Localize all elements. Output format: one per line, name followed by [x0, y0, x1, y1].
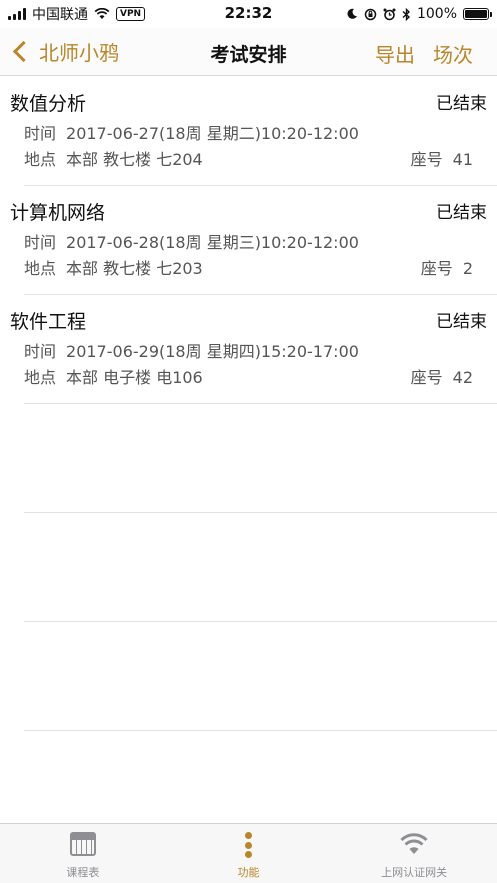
calendar-icon	[69, 832, 96, 856]
tab-bar: 课程表 功能 上网认证网关	[0, 823, 497, 883]
seat-value: 2	[462, 259, 473, 278]
exam-item[interactable]: 计算机网络 已结束 时间 2017-06-28(18周 星期三)10:20-12:…	[10, 186, 497, 295]
location-value: 本部 电子楼 电106	[66, 368, 203, 387]
time-label: 时间	[24, 233, 57, 252]
tab-network-gateway[interactable]: 上网认证网关	[331, 824, 497, 883]
exam-status: 已结束	[436, 203, 487, 223]
tab-label: 上网认证网关	[381, 866, 448, 879]
exam-time: 时间 2017-06-27(18周 星期二)10:20-12:00	[24, 120, 359, 144]
time-value: 2017-06-27(18周 星期二)10:20-12:00	[66, 124, 359, 143]
more-dots-icon	[245, 832, 253, 858]
exam-location: 地点 本部 教七楼 七203	[24, 255, 203, 279]
wifi-icon	[399, 832, 429, 859]
tab-functions[interactable]: 功能	[166, 824, 332, 883]
empty-row	[24, 622, 497, 731]
tab-label: 课程表	[66, 866, 100, 879]
exam-name: 数值分析	[10, 93, 87, 115]
empty-row	[24, 513, 497, 622]
location-value: 本部 教七楼 七203	[66, 259, 203, 278]
empty-row	[24, 404, 497, 513]
location-label: 地点	[24, 150, 57, 169]
nav-actions: 导出 场次	[375, 39, 473, 68]
status-right: 100%	[346, 4, 492, 24]
seat-label: 座号	[410, 368, 443, 387]
battery-percent: 100%	[416, 6, 457, 22]
time-value: 2017-06-29(18周 星期四)15:20-17:00	[66, 342, 359, 361]
moon-icon	[347, 8, 357, 19]
session-button[interactable]: 场次	[433, 39, 473, 68]
exam-item[interactable]: 数值分析 已结束 时间 2017-06-27(18周 星期二)10:20-12:0…	[10, 77, 497, 186]
bluetooth-icon	[402, 7, 410, 21]
exam-seat: 座号 42	[411, 364, 473, 388]
time-value: 2017-06-28(18周 星期三)10:20-12:00	[66, 233, 359, 252]
exam-location: 地点 本部 教七楼 七204	[24, 146, 203, 170]
exam-seat: 座号 41	[411, 146, 473, 170]
exam-name: 计算机网络	[10, 202, 106, 224]
exam-location: 地点 本部 电子楼 电106	[24, 364, 203, 388]
exam-status: 已结束	[436, 94, 487, 114]
tab-schedule[interactable]: 课程表	[0, 824, 166, 883]
seat-value: 42	[452, 368, 473, 387]
exam-name: 软件工程	[10, 311, 87, 333]
exam-list: 数值分析 已结束 时间 2017-06-27(18周 星期二)10:20-12:0…	[0, 77, 497, 731]
location-label: 地点	[24, 259, 57, 278]
nav-bar: 北师小鸦 考试安排 导出 场次	[0, 28, 497, 76]
orientation-lock-icon	[364, 8, 377, 20]
exam-time: 时间 2017-06-29(18周 星期四)15:20-17:00	[24, 338, 359, 362]
exam-status: 已结束	[436, 312, 487, 332]
export-button[interactable]: 导出	[375, 39, 415, 68]
location-label: 地点	[24, 368, 57, 387]
exam-item[interactable]: 软件工程 已结束 时间 2017-06-29(18周 星期四)15:20-17:0…	[10, 295, 497, 404]
time-label: 时间	[24, 124, 57, 143]
exam-time: 时间 2017-06-28(18周 星期三)10:20-12:00	[24, 229, 359, 253]
battery-icon	[463, 8, 492, 20]
tab-label: 功能	[237, 866, 260, 879]
time-label: 时间	[24, 342, 57, 361]
location-value: 本部 教七楼 七204	[66, 150, 203, 169]
alarm-icon	[383, 8, 396, 20]
seat-value: 41	[452, 150, 473, 169]
seat-label: 座号	[420, 259, 453, 278]
seat-label: 座号	[410, 150, 443, 169]
status-bar: 中国联通 VPN 22:32 100%	[0, 0, 497, 28]
exam-seat: 座号 2	[421, 255, 473, 279]
